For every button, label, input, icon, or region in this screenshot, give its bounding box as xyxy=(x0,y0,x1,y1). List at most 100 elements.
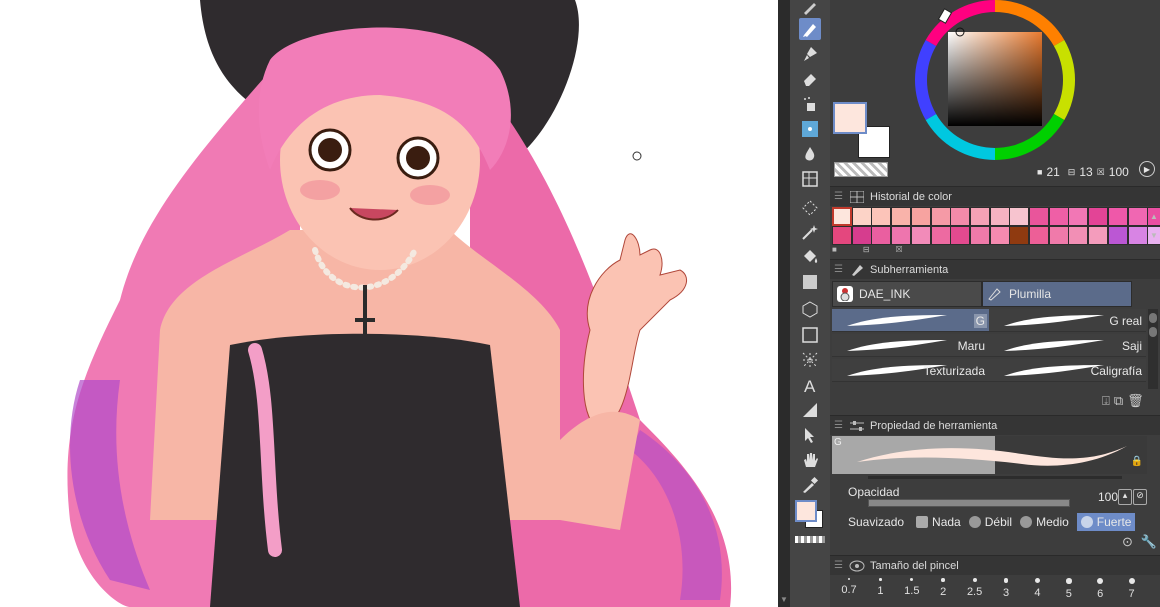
magic-wand-tool-icon[interactable] xyxy=(799,221,821,243)
color-history-swatch[interactable] xyxy=(910,207,931,226)
color-history-swatch[interactable] xyxy=(891,207,912,226)
brush-item[interactable]: Maru xyxy=(832,334,989,357)
smoothing-none-button[interactable]: Nada xyxy=(916,515,961,529)
main-sub-color-indicator[interactable] xyxy=(795,500,825,530)
opacity-slider[interactable] xyxy=(868,499,1070,507)
brush-item[interactable]: Saji xyxy=(989,334,1146,357)
color-history-swatch[interactable] xyxy=(950,207,971,226)
color-history-swatch[interactable] xyxy=(851,207,872,226)
smoothing-weak-button[interactable]: Débil xyxy=(968,515,1012,529)
brush-item[interactable]: Caligrafía xyxy=(989,359,1146,382)
color-history-swatch[interactable] xyxy=(1107,207,1128,226)
scroll-down-icon[interactable]: ▼ xyxy=(780,596,788,604)
eraser-tool-icon[interactable] xyxy=(799,68,821,90)
balloon-tool-icon[interactable] xyxy=(799,399,821,421)
smoothing-strong-button[interactable]: Fuerte xyxy=(1076,513,1136,531)
color-history-swatch[interactable] xyxy=(969,207,990,226)
color-history-swatch[interactable] xyxy=(1127,207,1148,226)
color-history-swatch[interactable] xyxy=(1009,207,1030,226)
brush-item[interactable]: Texturizada xyxy=(832,359,989,382)
duplicate-icon[interactable]: ⧉ xyxy=(1114,393,1123,409)
color-history-swatch[interactable] xyxy=(930,226,951,245)
brush-size-option[interactable]: 2.5 xyxy=(960,578,990,598)
brush-list-scrollbar[interactable] xyxy=(1148,309,1158,389)
blend-tool-icon[interactable] xyxy=(799,143,821,165)
import-icon[interactable]: ⍗ xyxy=(1102,393,1110,409)
transparent-swatch[interactable] xyxy=(834,162,888,177)
color-history-swatch[interactable] xyxy=(930,207,951,226)
grip-icon[interactable]: ☰ xyxy=(834,187,848,206)
color-history-swatch[interactable] xyxy=(891,226,912,245)
reset-icon[interactable]: ⊙ xyxy=(1122,534,1133,550)
color-history-swatch[interactable] xyxy=(1048,226,1069,245)
grip-icon[interactable]: ☰ xyxy=(834,416,848,435)
color-history-swatch[interactable] xyxy=(969,226,990,245)
color-history-swatch[interactable] xyxy=(1068,207,1089,226)
color-history-swatch[interactable] xyxy=(1048,207,1069,226)
brush-size-option[interactable]: 2 xyxy=(928,578,958,598)
brush-item[interactable]: G real xyxy=(989,309,1146,332)
color-history-swatch[interactable] xyxy=(989,226,1010,245)
main-color-swatch[interactable] xyxy=(795,500,817,522)
brush-size-option[interactable]: 1.5 xyxy=(897,578,927,597)
eyedropper-tool-icon[interactable] xyxy=(799,474,821,496)
brush-size-option[interactable]: 7 xyxy=(1117,578,1147,600)
brush-size-option[interactable]: 5 xyxy=(1054,578,1084,600)
brush-size-option[interactable]: 0.7 xyxy=(834,578,864,596)
subtool-group-dae-ink[interactable]: DAE_INK xyxy=(832,281,982,307)
canvas-scrollbar[interactable]: ▼ xyxy=(778,0,790,607)
subtool-group-plumilla[interactable]: Plumilla xyxy=(982,281,1132,307)
wrench-icon[interactable]: 🔧 xyxy=(1141,534,1157,550)
color-history-swatch[interactable] xyxy=(1029,226,1049,245)
drawing-canvas[interactable] xyxy=(0,0,778,607)
brush-tool-icon[interactable] xyxy=(799,43,821,65)
trash-icon[interactable]: 🗑 xyxy=(1127,393,1144,409)
brush-size-option[interactable]: 6 xyxy=(1085,578,1115,600)
rectangle-tool-icon[interactable] xyxy=(799,324,821,346)
airbrush-tool-icon[interactable] xyxy=(799,93,821,115)
opacity-link-icon[interactable]: ⊘ xyxy=(1133,489,1147,505)
grip-icon[interactable]: ☰ xyxy=(834,260,848,279)
play-icon[interactable]: ▶ xyxy=(1139,161,1155,177)
color-history-swatch[interactable] xyxy=(1068,226,1089,245)
lock-icon[interactable]: 🔒 xyxy=(1131,456,1143,467)
color-history-swatch[interactable] xyxy=(950,226,971,245)
color-history-swatch[interactable] xyxy=(1029,207,1049,226)
color-wheel[interactable] xyxy=(908,0,1083,165)
history-scroll[interactable]: ▲ ▼ xyxy=(1148,207,1160,245)
pen-tool-icon[interactable] xyxy=(799,18,821,40)
color-history-swatch[interactable] xyxy=(1088,207,1109,226)
color-history-swatch[interactable] xyxy=(1009,226,1030,245)
color-history-swatch[interactable] xyxy=(832,226,852,245)
brush-item[interactable]: G xyxy=(832,309,989,332)
color-history-swatch[interactable] xyxy=(832,207,852,226)
color-history-swatch[interactable] xyxy=(910,226,931,245)
fill-tool-icon[interactable] xyxy=(799,246,821,268)
gradient-tool-icon[interactable] xyxy=(799,271,821,293)
smoothing-medium-button[interactable]: Medio xyxy=(1020,515,1069,529)
color-history-swatch[interactable] xyxy=(989,207,1010,226)
text-tool-icon[interactable]: A xyxy=(799,374,821,396)
brush-size-option[interactable]: 3 xyxy=(991,578,1021,599)
ruler-tool-icon[interactable] xyxy=(799,349,821,371)
dot-tool-icon[interactable] xyxy=(799,118,821,140)
lasso-tool-icon[interactable] xyxy=(799,197,821,219)
pen-tool-partial-icon[interactable] xyxy=(799,0,821,18)
color-history-swatch[interactable] xyxy=(851,226,872,245)
color-history-swatch[interactable] xyxy=(1127,226,1148,245)
size-slider-track[interactable] xyxy=(868,476,1122,479)
color-history-swatch[interactable] xyxy=(1107,226,1128,245)
transparent-color-icon[interactable] xyxy=(795,536,825,543)
3d-object-tool-icon[interactable] xyxy=(799,298,821,320)
color-history-swatch[interactable] xyxy=(1088,226,1109,245)
color-history-swatch[interactable] xyxy=(871,226,892,245)
opacity-spinner-up[interactable]: ▴ xyxy=(1118,489,1132,505)
frame-tool-icon[interactable] xyxy=(799,168,821,190)
brush-size-option[interactable]: 4 xyxy=(1022,578,1052,599)
hand-tool-icon[interactable] xyxy=(799,449,821,471)
main-color-box[interactable] xyxy=(833,102,867,134)
brush-size-option[interactable]: 1 xyxy=(865,578,895,597)
object-tool-icon[interactable] xyxy=(799,424,821,446)
grip-icon[interactable]: ☰ xyxy=(834,556,848,575)
color-history-swatch[interactable] xyxy=(871,207,892,226)
